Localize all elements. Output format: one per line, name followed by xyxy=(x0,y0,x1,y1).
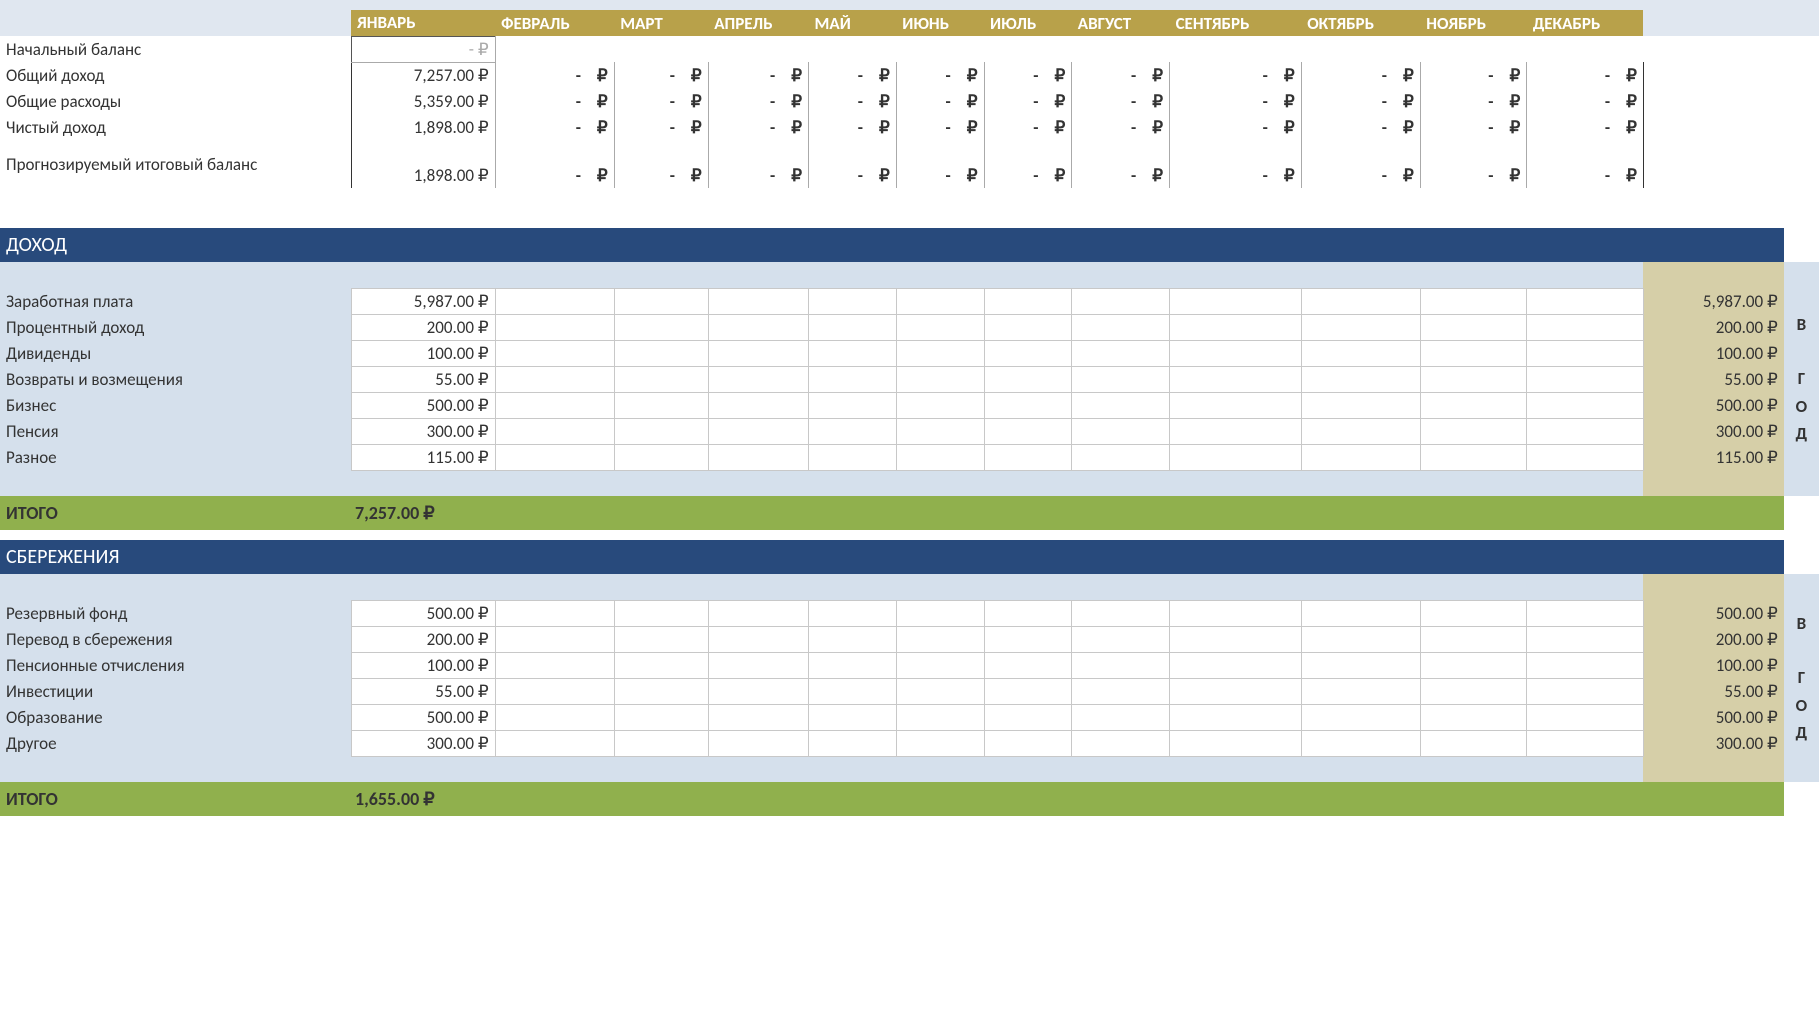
month-dec: ДЕКАБРЬ xyxy=(1527,10,1644,36)
savings-row: Перевод в сбережения 200.00 ₽ 200.00 ₽ xyxy=(0,626,1819,652)
summary-row-total-expenses: Общие расходы 5,359.00 ₽ -₽ -₽ -₽ -₽ -₽ … xyxy=(0,88,1819,114)
month-apr: АПРЕЛЬ xyxy=(708,10,808,36)
summary-row-total-income: Общий доход 7,257.00 ₽ -₽ -₽ -₽ -₽ -₽ -₽… xyxy=(0,62,1819,88)
income-row: Бизнес 500.00 ₽ 500.00 ₽ xyxy=(0,392,1819,418)
month-mar: МАРТ xyxy=(614,10,708,36)
income-row: Процентный доход 200.00 ₽ 200.00 ₽ xyxy=(0,314,1819,340)
month-aug: АВГУСТ xyxy=(1072,10,1170,36)
income-row: Заработная плата 5,987.00 ₽ 5,987.00 ₽ xyxy=(0,288,1819,314)
savings-row: Резервный фонд 500.00 ₽ 500.00 ₽ xyxy=(0,600,1819,626)
month-jul: ИЮЛЬ xyxy=(984,10,1072,36)
income-row: Пенсия 300.00 ₽ 300.00 ₽ xyxy=(0,418,1819,444)
yearly-label: ВГОД xyxy=(1784,574,1819,782)
summary-label: Начальный баланс xyxy=(0,36,351,62)
income-row: Дивиденды 100.00 ₽ 100.00 ₽ xyxy=(0,340,1819,366)
income-row: Возвраты и возмещения 55.00 ₽ 55.00 ₽ xyxy=(0,366,1819,392)
budget-spreadsheet: ЯНВАРЬ ФЕВРАЛЬ МАРТ АПРЕЛЬ МАЙ ИЮНЬ ИЮЛЬ… xyxy=(0,10,1819,816)
savings-row: Инвестиции 55.00 ₽ 55.00 ₽ xyxy=(0,678,1819,704)
summary-row-projected-balance: Прогнозируемый итоговый баланс 1,898.00 … xyxy=(0,140,1819,188)
yearly-label: ВГОД xyxy=(1784,262,1819,496)
month-may: МАЙ xyxy=(809,10,897,36)
savings-row: Образование 500.00 ₽ 500.00 ₽ xyxy=(0,704,1819,730)
month-sep: СЕНТЯБРЬ xyxy=(1170,10,1302,36)
summary-cell[interactable]: - ₽ xyxy=(351,36,495,62)
month-jun: ИЮНЬ xyxy=(896,10,984,36)
month-header-row: ЯНВАРЬ ФЕВРАЛЬ МАРТ АПРЕЛЬ МАЙ ИЮНЬ ИЮЛЬ… xyxy=(0,10,1819,36)
income-section-header: ДОХОД xyxy=(0,228,1819,262)
savings-total-row: ИТОГО 1,655.00 ₽ xyxy=(0,782,1819,816)
savings-row: Пенсионные отчисления 100.00 ₽ 100.00 ₽ xyxy=(0,652,1819,678)
month-nov: НОЯБРЬ xyxy=(1420,10,1527,36)
income-total-row: ИТОГО 7,257.00 ₽ xyxy=(0,496,1819,530)
summary-row-net-income: Чистый доход 1,898.00 ₽ -₽ -₽ -₽ -₽ -₽ -… xyxy=(0,114,1819,140)
savings-section-header: СБЕРЕЖЕНИЯ xyxy=(0,540,1819,574)
savings-row: Другое 300.00 ₽ 300.00 ₽ xyxy=(0,730,1819,756)
summary-row-initial-balance: Начальный баланс - ₽ xyxy=(0,36,1819,62)
month-oct: ОКТЯБРЬ xyxy=(1301,10,1420,36)
month-jan: ЯНВАРЬ xyxy=(351,10,495,36)
income-row: Разное 115.00 ₽ 115.00 ₽ xyxy=(0,444,1819,470)
month-feb: ФЕВРАЛЬ xyxy=(495,10,614,36)
